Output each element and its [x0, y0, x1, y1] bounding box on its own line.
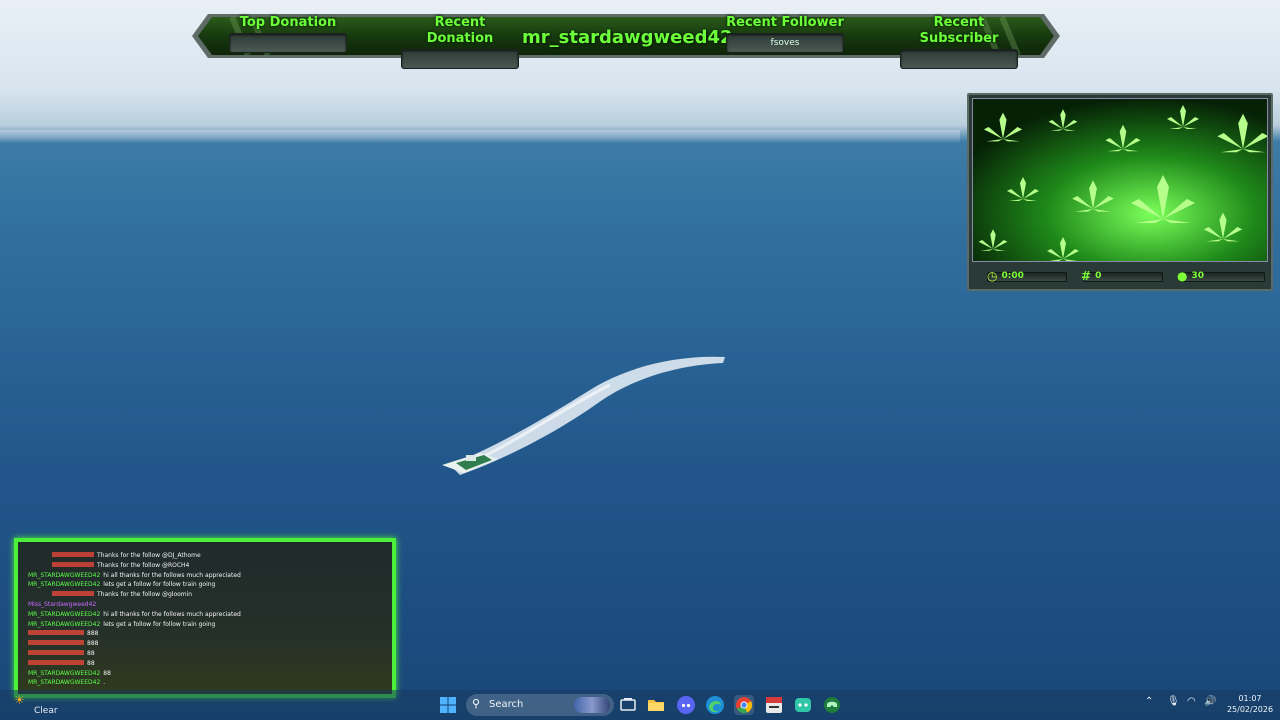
task-view-icon[interactable]	[618, 695, 638, 715]
chat-message: MR_STARDAWGWEED42 hi all thanks for the f…	[28, 572, 241, 580]
file-explorer-icon[interactable]	[646, 695, 666, 715]
webcam-stats-bar: ◷ 0:00 # 0 ● 30	[973, 267, 1269, 285]
chat-username: MR_STARDAWGWEED42	[28, 620, 101, 628]
search-icon: ⚲	[472, 697, 481, 710]
search-highlight-image	[574, 697, 610, 713]
chat-message: MR_STARDAWGWEED42.	[28, 679, 105, 687]
top-donation-label: Top Donation	[239, 15, 337, 30]
taskbar-search[interactable]: ⚲ Search	[466, 694, 614, 716]
recent-donation-value	[401, 49, 519, 69]
chat-message: MR_STARDAWGWEED42 lets get a follow for f…	[28, 621, 215, 629]
hashtag-stat: # 0	[1081, 267, 1101, 285]
chat-username: MR_STARDAWGWEED42	[28, 669, 101, 677]
chat-text: 888	[87, 640, 99, 648]
chat-message: 888	[28, 630, 98, 638]
search-placeholder: Search	[489, 699, 524, 710]
clock-icon: ◷	[987, 269, 998, 283]
horizon-haze	[0, 130, 960, 144]
taskbar: ☀ Clear ⚲ Search ⌃ 🎙 ◠ 🔊 01:07 25/02/202…	[0, 690, 1280, 720]
chat-text: lets get a follow for follow train going	[103, 620, 216, 628]
chat-text: 88	[87, 659, 95, 667]
chat-username: MR_STARDAWGWEED42	[28, 571, 101, 579]
volume-icon[interactable]: 🔊	[1204, 696, 1216, 707]
viewers-value: 30	[1191, 271, 1205, 281]
chat-username: MR_STARDAWGWEED42	[28, 610, 101, 618]
chat-text: 888	[87, 630, 99, 638]
start-button[interactable]	[438, 695, 458, 715]
chat-username: Miss_Stardawgweed42	[28, 601, 97, 608]
viewers-stat: ● 30	[1177, 267, 1204, 285]
webcam-feed	[972, 98, 1268, 262]
top-donation-value	[229, 33, 347, 53]
chat-message: MR_STARDAWGWEED42 hi all thanks for the f…	[28, 611, 241, 619]
clock-date: 25/02/2026	[1226, 705, 1274, 714]
weather-text: Clear	[34, 706, 58, 716]
chat-text: 88	[87, 650, 95, 657]
chrome-icon[interactable]	[734, 695, 754, 715]
chat-username: MR_STARDAWGWEED42	[28, 679, 101, 687]
tray-chevron-icon[interactable]: ⌃	[1145, 696, 1153, 707]
chat-text: Thanks for the follow @ROCH4	[97, 561, 190, 569]
recent-follower-section: Recent Follower fsoves	[725, 14, 845, 58]
chat-message: 88	[28, 650, 95, 658]
streamlabs-icon[interactable]	[764, 695, 784, 715]
boat-wake	[450, 356, 725, 475]
boat	[442, 453, 498, 473]
chat-text: hi all thanks for the follows much appre…	[103, 571, 241, 579]
chat-message: Thanks for the follow @ROCH4	[28, 561, 190, 570]
chat-text: 88	[103, 669, 111, 677]
chat-message: Thanks for the follow @gloomin	[28, 591, 192, 599]
user-icon: ●	[1177, 269, 1188, 283]
top-donation-section: Top Donation	[228, 14, 348, 58]
leaf-pattern-image	[973, 99, 1267, 261]
wifi-icon[interactable]: ◠	[1187, 696, 1196, 707]
weather-widget[interactable]: ☀ Clear	[8, 692, 78, 718]
chat-message: 88	[28, 659, 95, 668]
chat-text: .	[103, 679, 106, 687]
chat-message: Thanks for the follow @DJ_Athome	[28, 552, 201, 560]
bot-app-icon[interactable]	[793, 695, 813, 715]
windows-icon	[440, 697, 456, 713]
chat-text: hi all thanks for the follows much appre…	[103, 610, 241, 618]
microphone-icon[interactable]: 🎙	[1167, 696, 1180, 707]
chat-message: 888	[28, 640, 98, 648]
chat-username	[28, 640, 84, 646]
hashtag-value: 0	[1095, 271, 1102, 281]
recent-donation-section: Recent Donation	[400, 14, 520, 69]
chat-message: MR_STARDAWGWEED42 lets get a follow for f…	[28, 581, 215, 589]
uptime-stat: ◷ 0:00	[987, 267, 1024, 285]
recent-subscriber-section: Recent Subscriber	[899, 14, 1019, 69]
chat-text: Thanks for the follow @gloomin	[97, 591, 193, 599]
sun-icon: ☀	[14, 693, 25, 707]
recent-donation-label: Recent Donation	[426, 15, 494, 46]
chat-username	[52, 591, 94, 597]
recent-follower-value: fsoves	[726, 33, 844, 53]
recent-subscriber-label: Recent Subscriber	[919, 15, 999, 46]
webcam-panel: ◷ 0:00 # 0 ● 30	[967, 93, 1273, 291]
hashtag-icon: #	[1081, 269, 1092, 283]
chat-message: MR_STARDAWGWEED42 88	[28, 670, 111, 678]
chat-username	[28, 630, 84, 636]
gamepad-app-icon[interactable]	[822, 695, 842, 715]
discord-icon[interactable]	[676, 695, 696, 715]
channel-name: mr_stardawgweed42	[522, 27, 733, 48]
chat-username	[28, 659, 84, 665]
clock-time: 01:07	[1238, 694, 1262, 703]
chat-text: lets get a follow for follow train going	[103, 581, 216, 589]
chat-message: Miss_Stardawgweed42	[28, 601, 99, 609]
chat-panel: Thanks for the follow @DJ_Athome Thanks f…	[14, 538, 396, 698]
chat-text: Thanks for the follow @DJ_Athome	[97, 552, 201, 559]
chat-username: MR_STARDAWGWEED42	[28, 581, 101, 589]
recent-follower-label: Recent Follower	[726, 15, 844, 30]
chat-username	[52, 561, 94, 567]
chat-username	[52, 552, 94, 557]
recent-subscriber-value	[900, 49, 1018, 69]
edge-icon[interactable]	[705, 695, 725, 715]
uptime-value: 0:00	[1001, 271, 1024, 281]
chat-username	[28, 650, 84, 655]
stream-info-bar: Top Donation Recent Donation mr_stardawg…	[192, 14, 1060, 69]
taskbar-clock[interactable]: 01:07 25/02/2026	[1226, 693, 1274, 715]
